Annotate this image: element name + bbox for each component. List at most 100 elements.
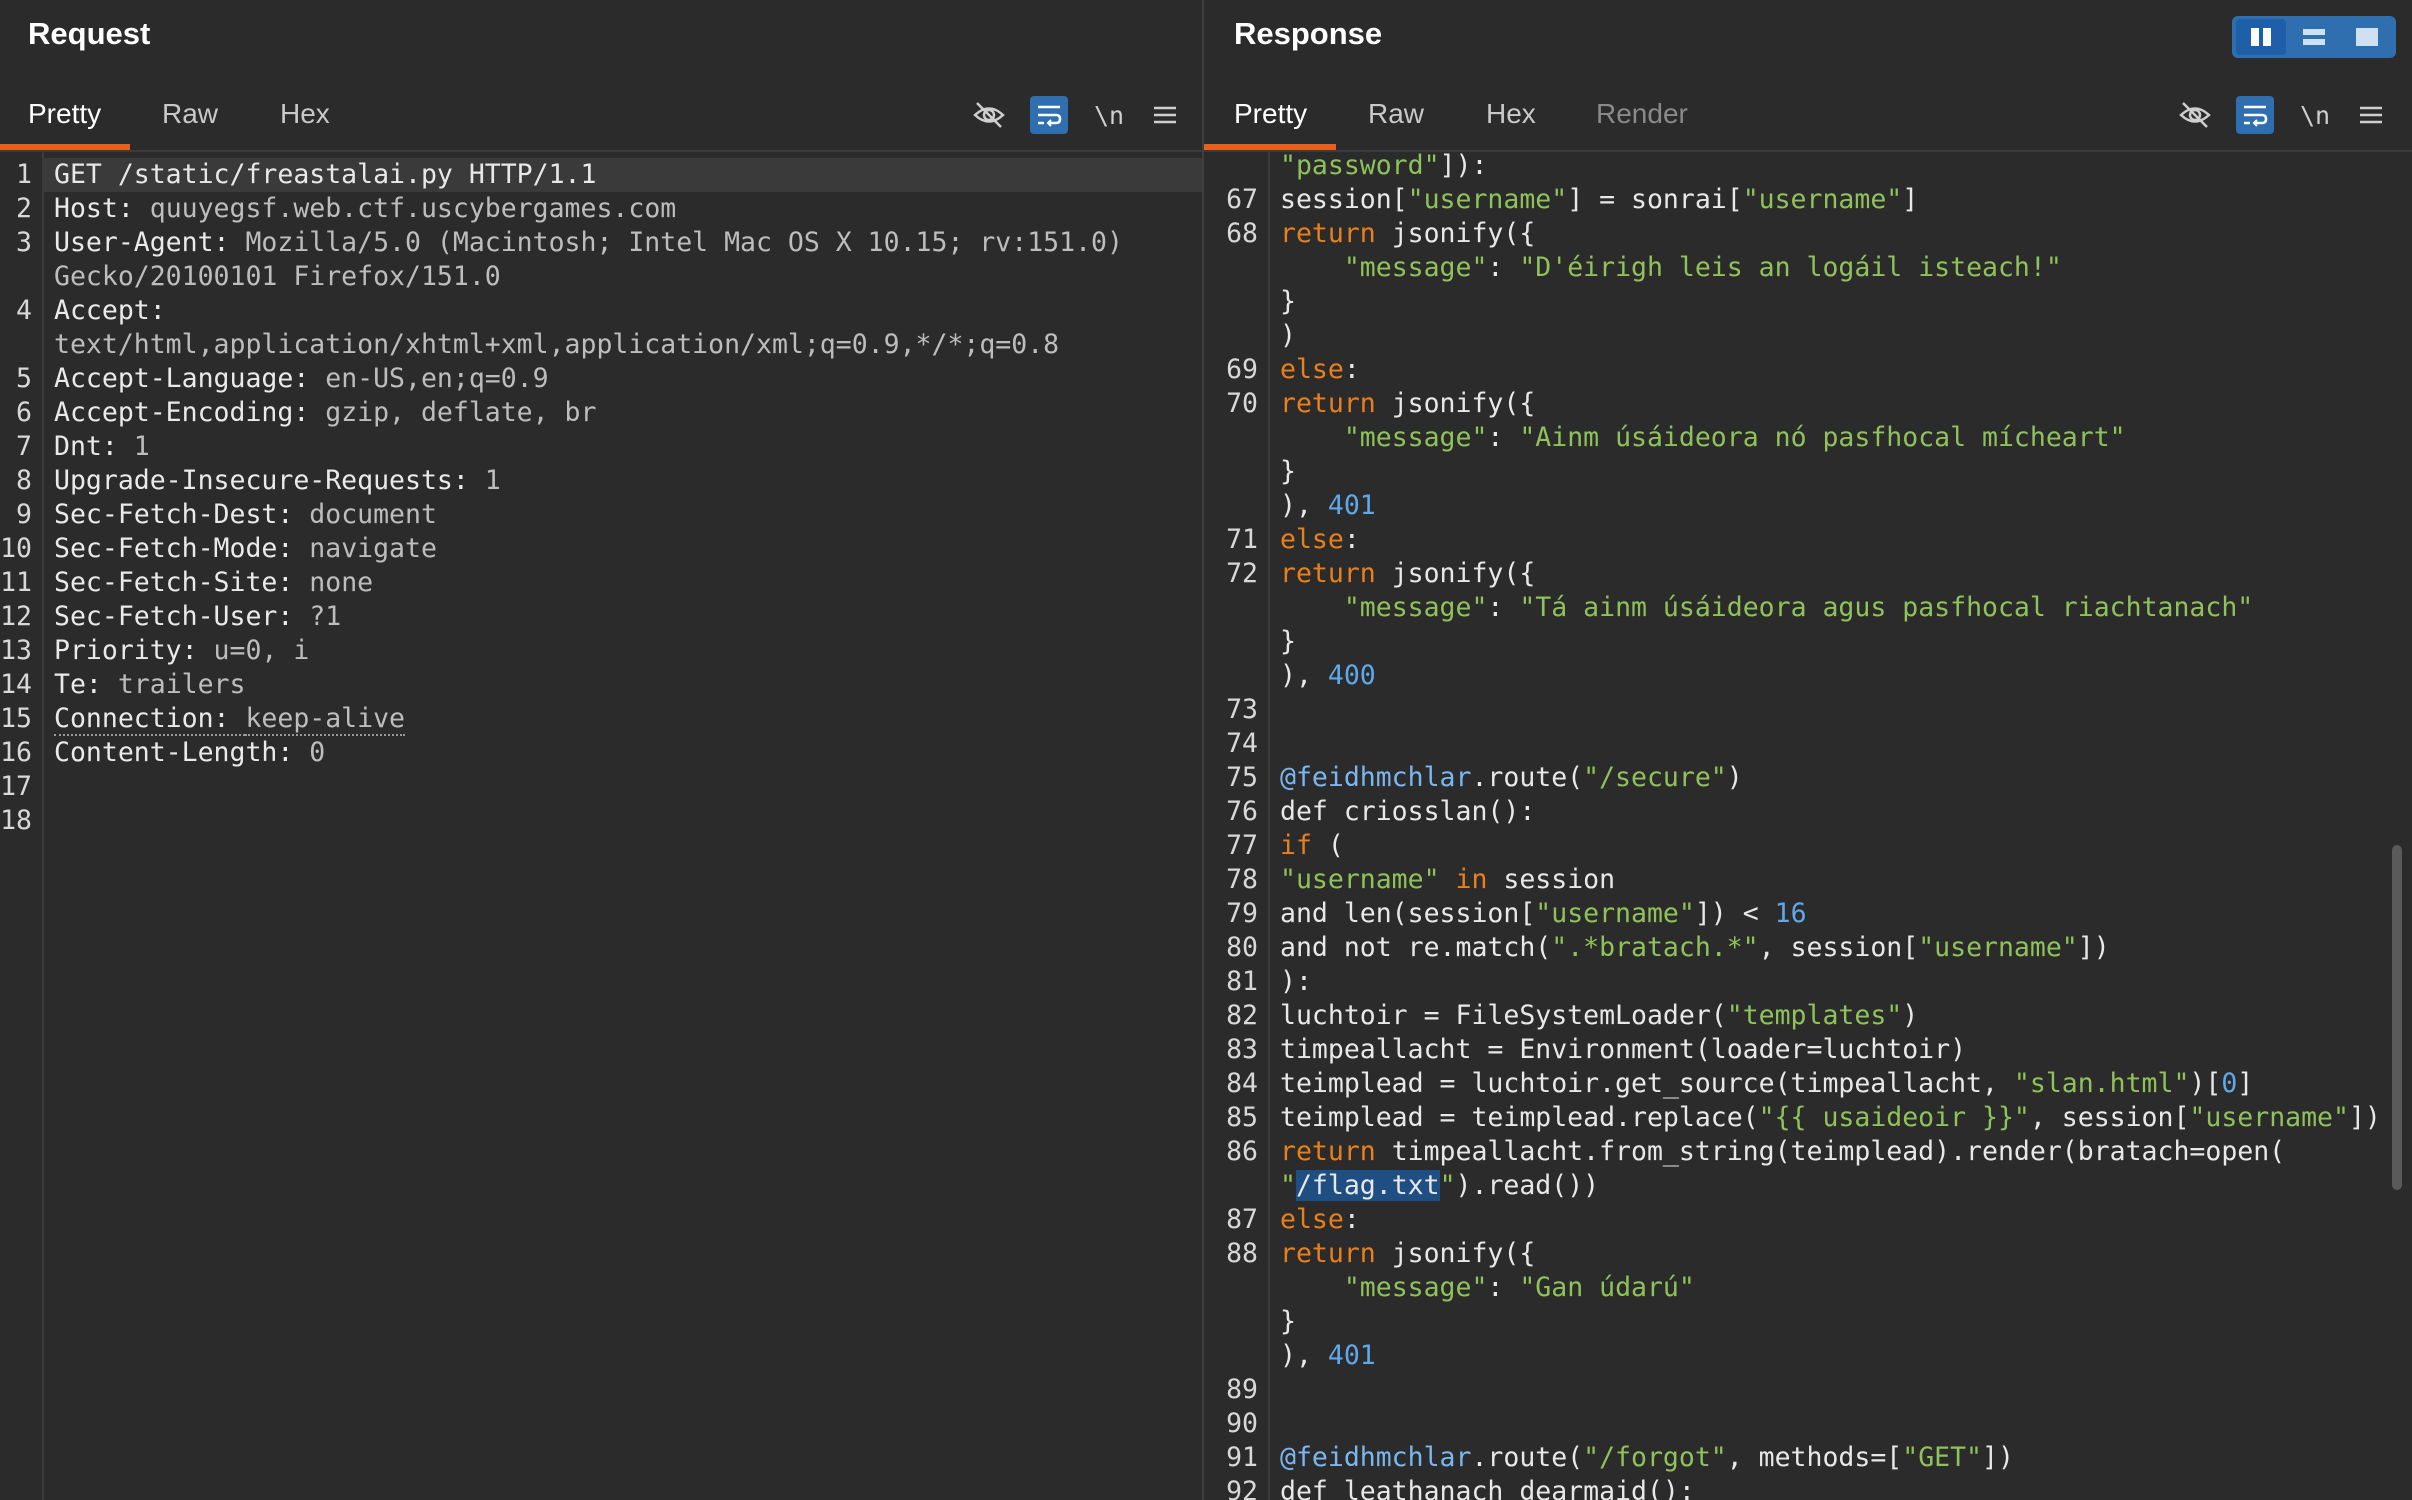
code-line: Sec-Fetch-Site: none [54, 566, 373, 600]
code-line: text/html,application/xhtml+xml,applicat… [54, 328, 1059, 362]
tab-raw[interactable]: Raw [162, 94, 218, 150]
wrap-icon[interactable] [2236, 96, 2274, 134]
line-number: 18 [0, 805, 32, 836]
code-token: jsonify({ [1375, 558, 1536, 589]
code-token: : [1487, 422, 1520, 453]
code-token: } [1280, 626, 1296, 657]
code-token: teimplead = teimplead.replace( [1280, 1102, 1759, 1133]
code-line: GET /static/freastalai.py HTTP/1.1 [54, 158, 596, 192]
line-number: 78 [1226, 864, 1258, 895]
code-token: "username" [1918, 932, 2078, 963]
eye-slash-icon[interactable] [2176, 96, 2214, 134]
line-number: 87 [1226, 1204, 1258, 1235]
code-line: and not re.match(".*bratach.*", session[… [1280, 931, 2110, 965]
code-token: 0 [309, 737, 326, 768]
code-line: else: [1280, 353, 1360, 387]
line-number: 85 [1226, 1102, 1258, 1133]
code-token: .route( [1471, 1442, 1584, 1473]
code-line: Sec-Fetch-Dest: document [54, 498, 437, 532]
code-line: session["username"] = sonrai["username"] [1280, 183, 1918, 217]
menu-icon[interactable] [1146, 96, 1184, 134]
code-token: session [1487, 864, 1616, 895]
line-number: 2 [16, 193, 32, 224]
code-token: User-Agent: [54, 227, 246, 258]
code-token: if [1280, 830, 1312, 861]
code-line: ), 400 [1280, 659, 1376, 693]
code-token: ).read()) [1455, 1170, 1600, 1201]
code-token: Host: [54, 193, 150, 224]
tab-hex[interactable]: Hex [280, 94, 330, 150]
code-line: "message": "D'éirigh leis an logáil iste… [1280, 251, 2062, 285]
code-line: return jsonify({ [1280, 387, 1535, 421]
layout-stacked-icon[interactable] [2289, 19, 2339, 55]
code-token: return [1280, 558, 1376, 589]
code-token: document [309, 499, 437, 530]
code-line: "/flag.txt").read()) [1280, 1169, 1599, 1203]
code-line: Sec-Fetch-Mode: navigate [54, 532, 437, 566]
code-token: : [1343, 1204, 1360, 1235]
code-token: , methods=[ [1726, 1442, 1903, 1473]
code-token: ] = sonrai[ [1567, 184, 1743, 215]
code-token: "message" [1343, 252, 1488, 283]
code-line: @feidhmchlar.route("/secure") [1280, 761, 1743, 795]
code-token: 1 [484, 465, 501, 496]
response-scroll-track[interactable] [2388, 152, 2406, 1500]
response-scrollbar-thumb[interactable] [2392, 845, 2402, 1190]
code-line: } [1280, 1305, 1296, 1339]
code-token: )[ [2189, 1068, 2222, 1099]
code-token: luchtoir = FileSystemLoader( [1280, 1000, 1727, 1031]
code-token: Dnt: [54, 431, 134, 462]
response-title: Response [1234, 16, 1383, 51]
tab-pretty[interactable]: Pretty [28, 94, 101, 150]
line-number: 7 [16, 431, 32, 462]
code-token: return [1280, 218, 1376, 249]
code-token: ]) < [1694, 898, 1775, 929]
code-line: Accept: [54, 294, 166, 328]
code-line: Sec-Fetch-User: ?1 [54, 600, 341, 634]
code-token: ]) [2348, 1102, 2381, 1133]
line-number: 67 [1226, 184, 1258, 215]
code-token: jsonify({ [1375, 388, 1536, 419]
tab-hex[interactable]: Hex [1486, 94, 1536, 150]
line-number: 4 [16, 295, 32, 326]
line-number: 69 [1226, 354, 1258, 385]
line-number: 1 [16, 159, 32, 190]
eye-slash-icon[interactable] [970, 96, 1008, 134]
code-line: ), 401 [1280, 489, 1376, 523]
code-token: Sec-Fetch-Dest: [54, 499, 310, 530]
code-token: ) [1280, 320, 1296, 351]
code-token: navigate [309, 533, 437, 564]
line-number: 12 [0, 601, 32, 632]
line-number: 10 [0, 533, 32, 564]
code-token: " [1439, 1170, 1456, 1201]
code-token: GET /static/freastalai.py HTTP/1.1 [54, 159, 597, 190]
line-number: 70 [1226, 388, 1258, 419]
tab-raw[interactable]: Raw [1368, 94, 1424, 150]
code-token: u=0, i [213, 635, 310, 666]
line-number: 81 [1226, 966, 1258, 997]
tab-render[interactable]: Render [1596, 94, 1688, 150]
code-token: def leathanach_dearmaid(): [1280, 1476, 1695, 1500]
menu-icon[interactable] [2352, 96, 2390, 134]
code-token: "GET" [1902, 1442, 1983, 1473]
code-token: in [1455, 864, 1488, 895]
wrap-icon[interactable] [1030, 96, 1068, 134]
line-number: 84 [1226, 1068, 1258, 1099]
code-token: "slan.html" [2013, 1068, 2190, 1099]
tab-pretty[interactable]: Pretty [1234, 94, 1307, 150]
code-token: ]): [1439, 150, 1488, 181]
code-token: : [1487, 1272, 1520, 1303]
line-number: 16 [0, 737, 32, 768]
layout-side-by-side-icon[interactable] [2236, 19, 2286, 55]
newline-toggle[interactable]: \n [2296, 96, 2334, 134]
newline-toggle[interactable]: \n [1090, 96, 1128, 134]
line-number: 77 [1226, 830, 1258, 861]
code-token: Accept-Encoding: [54, 397, 326, 428]
line-number: 14 [0, 669, 32, 700]
layout-single-icon[interactable] [2342, 19, 2392, 55]
code-token: "Tá ainm úsáideora agus pasfhocal riacht… [1519, 592, 2254, 623]
code-token: "/secure" [1583, 762, 1727, 793]
code-token: trailers [117, 669, 246, 700]
